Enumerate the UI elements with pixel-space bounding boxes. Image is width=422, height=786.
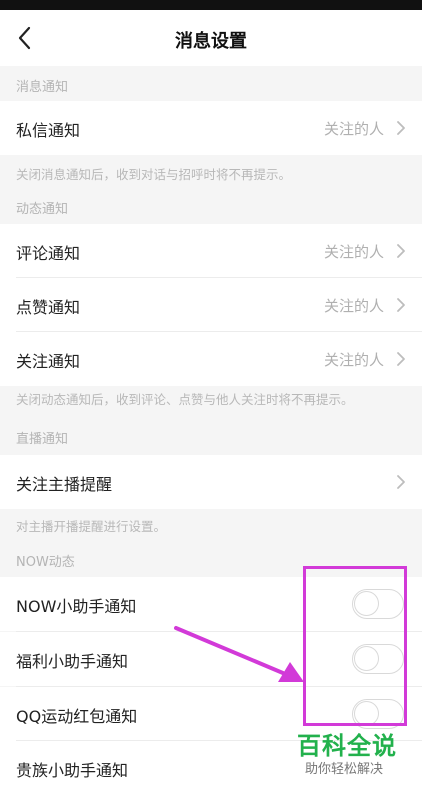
- section-label-messages: 消息通知: [16, 80, 69, 95]
- page-title: 消息设置: [175, 31, 247, 52]
- chevron-right-icon: [396, 120, 406, 136]
- section-hint-activity: 关闭动态通知后，收到评论、点赞与他人关注时将不再提示。: [16, 392, 354, 407]
- section-label-live: 直播通知: [16, 432, 69, 447]
- setting-row-like[interactable]: 点赞通知 关注的人: [0, 278, 422, 332]
- setting-label: 关注主播提醒: [16, 475, 113, 494]
- setting-row-private-message[interactable]: 私信通知 关注的人: [0, 101, 422, 155]
- status-bar: [0, 0, 422, 10]
- setting-label: 点赞通知: [16, 298, 81, 317]
- setting-row-follow[interactable]: 关注通知 关注的人: [0, 332, 422, 386]
- chevron-right-icon: [396, 351, 406, 367]
- setting-row-anchor-reminder[interactable]: 关注主播提醒: [0, 455, 422, 509]
- watermark-subtitle: 助你轻松解决: [305, 762, 384, 777]
- section-hint-live: 对主播开播提醒进行设置。: [16, 519, 167, 534]
- setting-label: 评论通知: [16, 244, 81, 263]
- chevron-right-icon: [396, 297, 406, 313]
- setting-label: NOW小助手通知: [16, 597, 137, 616]
- setting-value: 关注的人: [323, 351, 384, 369]
- setting-value: 关注的人: [323, 243, 384, 261]
- chevron-right-icon: [396, 243, 406, 259]
- section-label-now: NOW动态: [16, 555, 75, 570]
- section-hint-messages: 关闭消息通知后，收到对话与招呼时将不再提示。: [16, 167, 292, 182]
- annotation-highlight-box: [303, 566, 407, 726]
- watermark-logo: 百科全说 助你轻松解决: [297, 726, 415, 780]
- setting-row-comment[interactable]: 评论通知 关注的人: [0, 224, 422, 278]
- setting-label: 私信通知: [16, 121, 81, 140]
- setting-value: 关注的人: [323, 297, 384, 315]
- setting-value: 关注的人: [323, 120, 384, 138]
- nav-bar: 消息设置: [0, 10, 422, 66]
- annotation-arrow-icon: [174, 626, 304, 682]
- chevron-right-icon: [396, 474, 406, 490]
- setting-label: 关注通知: [16, 352, 81, 371]
- setting-label: 贵族小助手通知: [16, 761, 129, 780]
- section-label-activity: 动态通知: [16, 202, 69, 217]
- watermark-title: 百科全说: [297, 732, 397, 760]
- setting-label: QQ运动红包通知: [16, 707, 138, 726]
- setting-label: 福利小助手通知: [16, 652, 129, 671]
